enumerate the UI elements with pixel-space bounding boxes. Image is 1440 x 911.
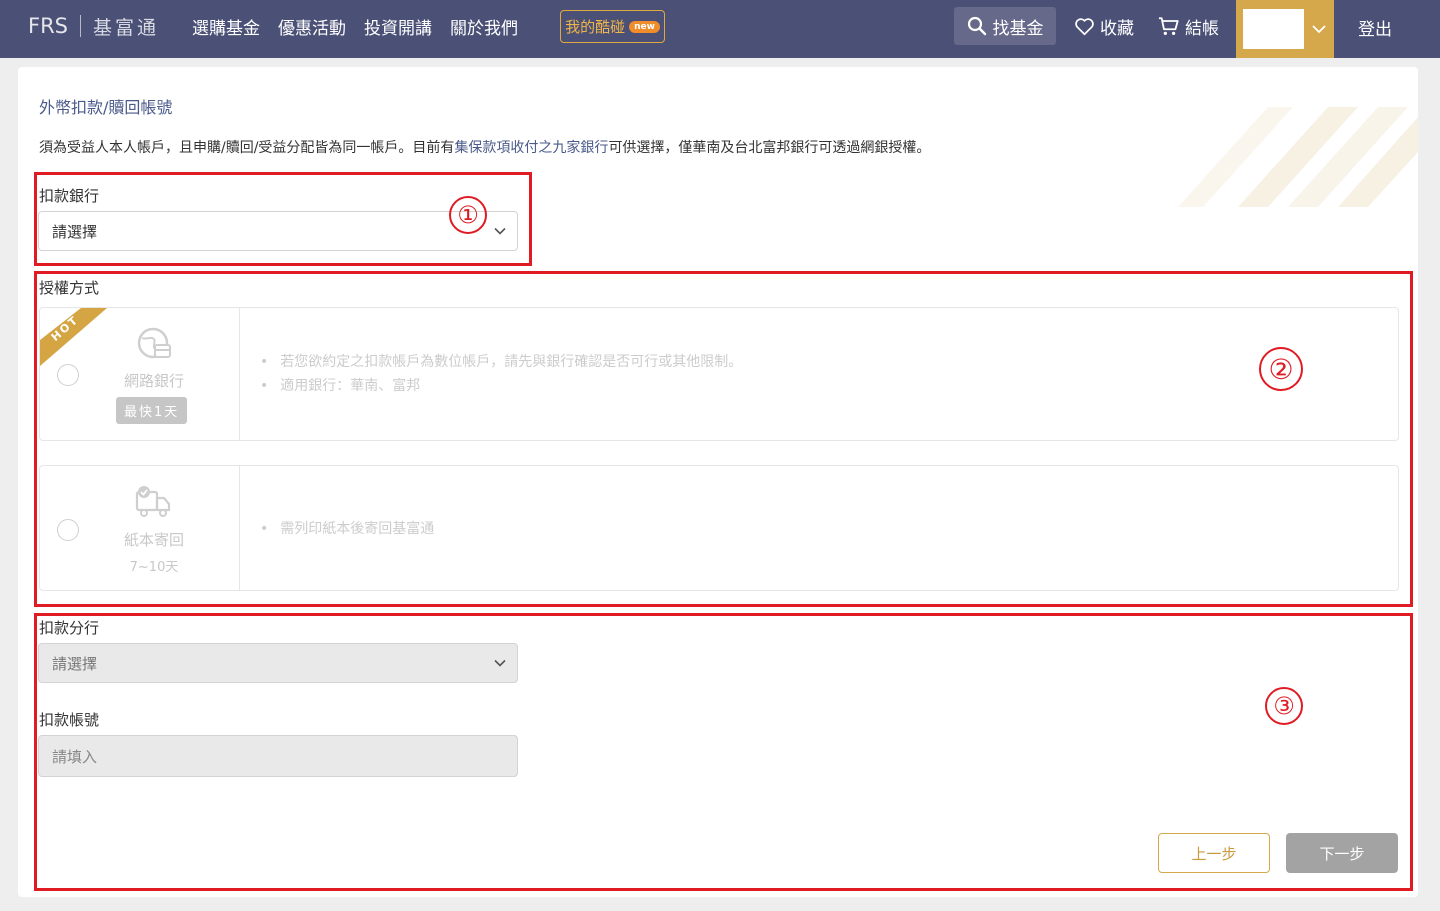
- bank-select[interactable]: 請選擇: [38, 211, 518, 251]
- chevron-down-icon: [1312, 24, 1326, 33]
- account-notice: 須為受益人本人帳戶，且申購/贖回/受益分配皆為同一帳戶。目前有集保款項收付之九家…: [39, 137, 930, 157]
- checkout-button[interactable]: 結帳: [1158, 14, 1219, 39]
- online-banking-speed-badge: 最快1天: [116, 397, 188, 424]
- checkout-label: 結帳: [1185, 19, 1219, 39]
- heart-icon: [1075, 18, 1094, 36]
- nav-item-about-us[interactable]: 關於我們: [450, 14, 518, 39]
- notice-text-after: 可供選擇，僅華南及台北富邦銀行可透過網銀授權。: [608, 140, 931, 156]
- avatar: [1243, 9, 1304, 49]
- logo-divider: [80, 15, 82, 37]
- cart-icon: [1158, 17, 1179, 36]
- delivery-truck-icon: [135, 486, 171, 517]
- account-number-label: 扣款帳號: [39, 711, 100, 729]
- bank-label: 扣款銀行: [39, 187, 100, 205]
- branch-select-value: 請選擇: [52, 654, 98, 673]
- notice-text-before: 須為受益人本人帳戶，且申購/贖回/受益分配皆為同一帳戶。目前有: [39, 140, 455, 156]
- nav-item-promotions[interactable]: 優惠活動: [278, 14, 346, 39]
- chevron-down-icon: [494, 659, 506, 667]
- bank-select-value: 請選擇: [52, 222, 98, 241]
- nine-banks-link[interactable]: 集保款項收付之九家銀行: [454, 140, 608, 156]
- annotation-marker-2: ②: [1259, 347, 1303, 391]
- top-navigation-bar: FRS 基富通 選購基金 優惠活動 投資開講 關於我們 我的酷碰 new 找基金…: [0, 0, 1440, 58]
- branch-select[interactable]: 請選擇: [38, 643, 518, 683]
- favorite-label: 收藏: [1100, 19, 1134, 39]
- main-nav: 選購基金 優惠活動 投資開講 關於我們: [192, 14, 536, 39]
- auth-option-paper-mail[interactable]: 紙本寄回 7~10天 需列印紙本後寄回基富通: [39, 465, 1399, 591]
- paper-mail-radio[interactable]: [57, 519, 79, 541]
- section-title: 外幣扣款/贖回帳號: [39, 98, 173, 117]
- site-logo[interactable]: FRS 基富通: [28, 12, 159, 40]
- find-fund-button[interactable]: 找基金: [954, 7, 1056, 45]
- logo-frs-text: FRS: [28, 14, 69, 38]
- user-menu[interactable]: [1236, 0, 1334, 58]
- account-number-placeholder: 請填入: [52, 747, 98, 766]
- annotation-marker-1: ①: [449, 196, 487, 234]
- previous-step-button[interactable]: 上一步: [1158, 833, 1270, 873]
- online-banking-radio[interactable]: [57, 364, 79, 386]
- online-banking-name: 網路銀行: [123, 372, 184, 390]
- auth-option-paper-left: 紙本寄回 7~10天: [40, 466, 240, 590]
- next-step-button[interactable]: 下一步: [1286, 833, 1398, 873]
- my-coupon-button[interactable]: 我的酷碰 new: [560, 10, 665, 43]
- favorite-button[interactable]: 收藏: [1074, 14, 1134, 39]
- paper-mail-note: 需列印紙本後寄回基富通: [260, 517, 434, 541]
- my-coupon-label: 我的酷碰: [565, 18, 626, 36]
- hot-ribbon: HOT: [40, 308, 110, 368]
- online-banking-notes: 若您欲約定之扣款帳戶為數位帳戶，請先與銀行確認是否可行或其他限制。 適用銀行：華…: [260, 350, 742, 398]
- nav-item-buy-funds[interactable]: 選購基金: [192, 14, 260, 39]
- logout-link[interactable]: 登出: [1358, 15, 1392, 40]
- branch-label: 扣款分行: [39, 619, 100, 637]
- online-banking-note: 適用銀行：華南、富邦: [260, 374, 742, 398]
- account-form-card: 外幣扣款/贖回帳號 須為受益人本人帳戶，且申購/贖回/受益分配皆為同一帳戶。目前…: [18, 67, 1418, 897]
- online-banking-note: 若您欲約定之扣款帳戶為數位帳戶，請先與銀行確認是否可行或其他限制。: [260, 350, 742, 374]
- annotation-marker-3: ③: [1265, 687, 1303, 725]
- decorative-stripes: [1178, 107, 1418, 207]
- paper-mail-notes: 需列印紙本後寄回基富通: [260, 517, 434, 541]
- auth-option-online-banking[interactable]: HOT 網路銀行 最快1天 若您欲約定之扣款帳戶為數位帳戶，請先與銀行確認是否可…: [39, 307, 1399, 441]
- new-badge: new: [629, 20, 660, 33]
- paper-mail-name: 紙本寄回: [123, 531, 184, 549]
- account-number-input[interactable]: 請填入: [38, 735, 518, 777]
- auth-option-online-left: HOT 網路銀行 最快1天: [40, 308, 240, 440]
- online-banking-icon: [137, 327, 171, 359]
- find-fund-label: 找基金: [992, 18, 1044, 39]
- nav-item-investment-talks[interactable]: 投資開講: [364, 14, 432, 39]
- search-icon: [967, 16, 986, 36]
- chevron-down-icon: [494, 227, 506, 235]
- auth-method-label: 授權方式: [39, 279, 100, 297]
- paper-mail-speed: 7~10天: [129, 560, 179, 575]
- logo-company-name: 基富通: [93, 16, 160, 39]
